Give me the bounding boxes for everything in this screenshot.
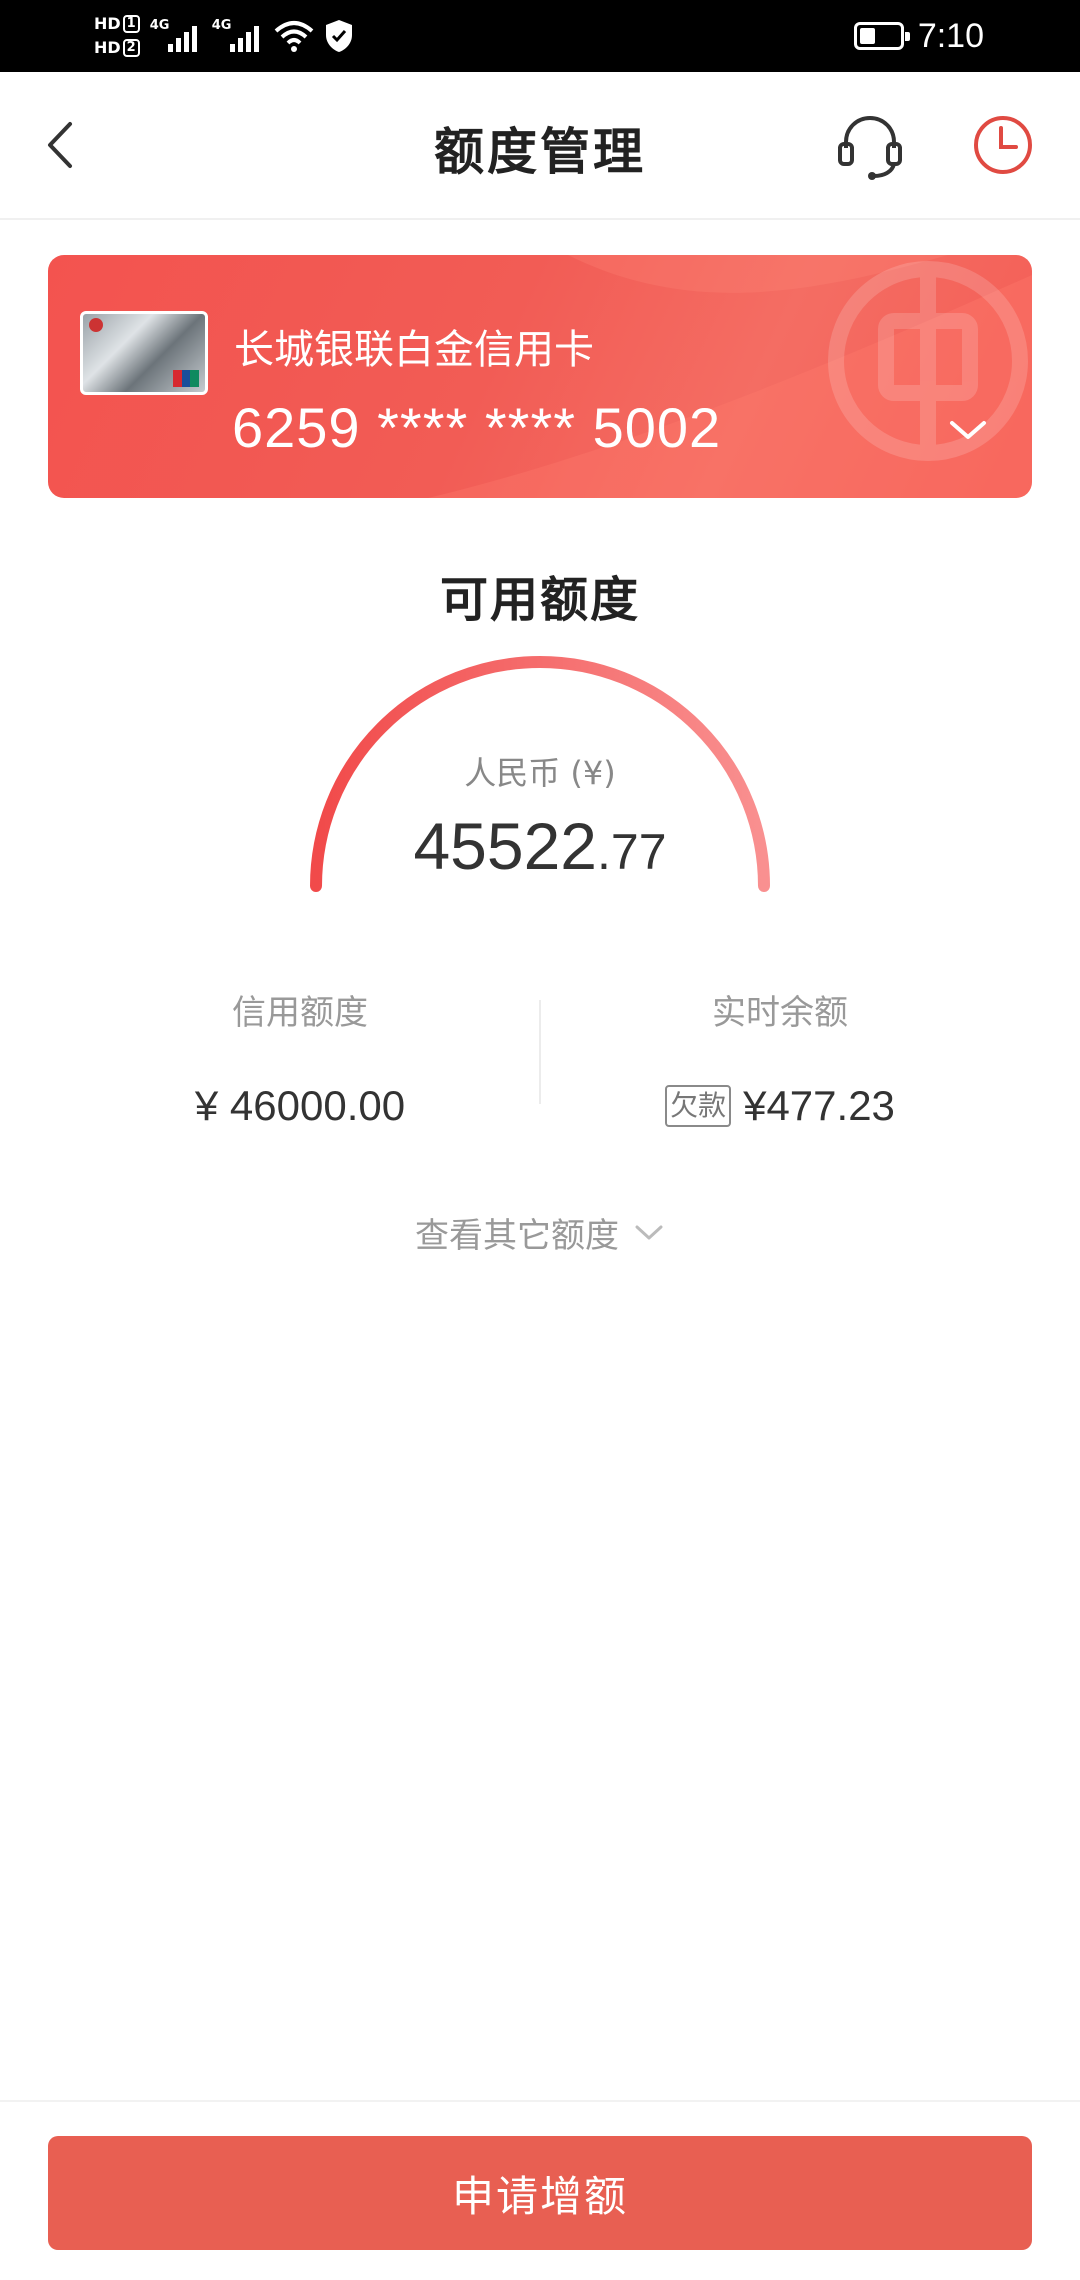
realtime-balance-block: 实时余额 欠款 ¥477.23 [540,985,1020,1130]
realtime-balance-value: ¥477.23 [743,1082,895,1129]
bank-logo-icon [89,318,103,332]
view-other-limits-link[interactable]: 查看其它额度 [0,1208,1080,1257]
currency-label: 人民币 (¥) [464,754,616,792]
chevron-down-icon[interactable] [946,415,990,445]
hd2-indicator: HD 2 [94,39,140,57]
unionpay-logo-icon [173,370,200,387]
owed-badge: 欠款 [665,1085,732,1127]
network-type-1: 4G [149,18,170,33]
status-icons-right: 7:10 [853,10,984,62]
apply-increase-button[interactable]: 申请增额 [48,2136,1032,2250]
hd1-label: HD [94,14,121,33]
chevron-down-icon [635,1225,663,1239]
hd1-sub: 1 [122,15,140,33]
signal-icon-sim1: 4G [150,18,202,54]
status-icons-left: HD 1 HD 2 4G 4G [94,8,354,64]
hd2-sub: 2 [122,39,140,57]
card-thumbnail [80,311,208,395]
shield-icon [325,20,352,52]
customer-service-icon[interactable] [832,108,908,184]
page-title: 额度管理 [434,123,646,181]
hd-indicators: HD 1 HD 2 [94,15,140,57]
signal-icon-sim2: 4G [212,18,264,54]
header: 额度管理 [0,72,1080,220]
card-selector[interactable]: 长城银联白金信用卡 6259 **** **** 5002 [48,255,1032,498]
hd2-label: HD [94,38,121,57]
battery-icon [853,22,910,50]
view-other-limits-label: 查看其它额度 [415,1216,619,1256]
wifi-icon [274,21,314,52]
card-name: 长城银联白金信用卡 [234,327,594,373]
card-number: 6259 **** **** 5002 [232,396,722,459]
hd1-indicator: HD 1 [94,15,140,33]
credit-limit-value: ¥ 46000.00 [194,1082,406,1129]
credit-limit-block: 信用额度 ¥ 46000.00 [60,985,540,1130]
status-time: 7:10 [917,16,984,55]
available-amount: 45522.77 [0,808,1080,884]
history-clock-icon[interactable] [970,112,1036,178]
bottom-action-bar: 申请增额 [0,2100,1080,2280]
realtime-balance-label: 实时余额 [712,993,848,1033]
available-amount-decimal: .77 [597,824,667,880]
credit-limit-label: 信用额度 [232,993,368,1033]
network-type-2: 4G [211,18,232,33]
available-credit-title: 可用额度 [439,572,640,628]
available-amount-integer: 45522 [413,809,597,883]
status-bar: HD 1 HD 2 4G 4G 7:10 [0,0,1080,72]
